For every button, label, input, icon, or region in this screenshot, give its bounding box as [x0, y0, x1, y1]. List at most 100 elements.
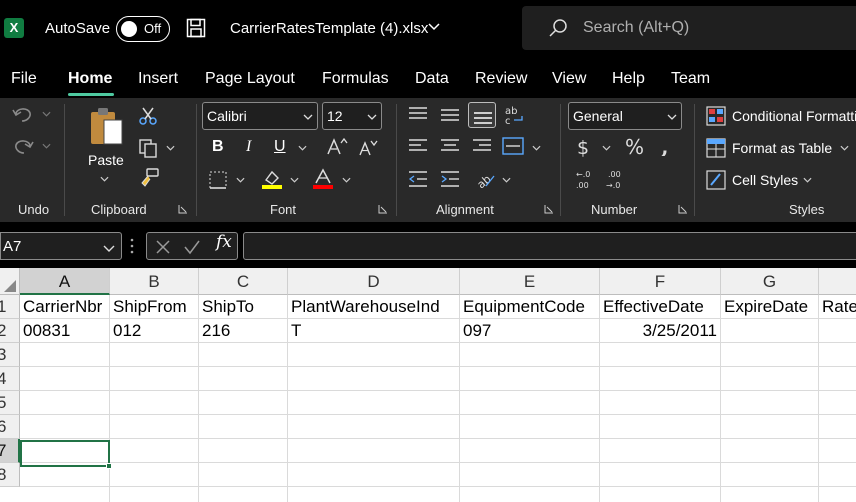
cell-g1[interactable]: ExpireDate — [721, 295, 818, 319]
tab-data[interactable]: Data — [415, 70, 449, 88]
font-name-dropdown[interactable]: Calibri — [202, 102, 318, 130]
spreadsheet-grid[interactable]: ABCDEFG 12345678 CarrierNbrShipFromShipToP… — [0, 268, 856, 502]
chevron-down-icon[interactable] — [298, 145, 307, 151]
conditional-formatting-icon[interactable] — [706, 106, 726, 126]
chevron-down-icon[interactable] — [42, 111, 51, 117]
dialog-launcher-icon[interactable] — [678, 204, 688, 214]
wrap-text-icon[interactable]: ab c — [504, 104, 526, 126]
column-header-c[interactable]: C — [199, 268, 288, 295]
paste-icon[interactable] — [88, 106, 126, 150]
chevron-down-icon[interactable] — [602, 145, 611, 151]
search-box[interactable]: Search (Alt+Q) — [522, 6, 856, 50]
decrease-decimal-icon[interactable]: .00 →.0 — [604, 168, 626, 190]
chevron-down-icon[interactable] — [236, 177, 245, 183]
tab-page-layout[interactable]: Page Layout — [205, 70, 295, 88]
tab-team[interactable]: Team — [671, 70, 710, 88]
fill-color-icon[interactable] — [260, 168, 284, 190]
orientation-icon[interactable]: ab — [474, 168, 496, 190]
copy-icon[interactable] — [138, 138, 158, 158]
row-header-7[interactable]: 7 — [0, 439, 20, 463]
align-top-icon[interactable] — [408, 106, 428, 122]
chevron-down-icon[interactable] — [166, 145, 175, 151]
tab-view[interactable]: View — [552, 70, 586, 88]
row-header-3[interactable]: 3 — [0, 343, 20, 367]
font-color-icon[interactable] — [312, 168, 334, 190]
comma-style-icon[interactable]: , — [660, 138, 672, 156]
cell-g2[interactable] — [721, 319, 818, 343]
dialog-launcher-icon[interactable] — [378, 204, 388, 214]
cell-b1[interactable]: ShipFrom — [110, 295, 198, 319]
name-box[interactable]: A7 — [0, 232, 122, 260]
increase-indent-icon[interactable] — [440, 170, 460, 188]
align-left-icon[interactable] — [408, 138, 428, 154]
excel-icon[interactable]: X — [4, 18, 24, 38]
tab-review[interactable]: Review — [475, 70, 527, 88]
chevron-down-icon[interactable] — [532, 145, 541, 151]
column-header-g[interactable]: G — [721, 268, 819, 295]
align-center-icon[interactable] — [440, 138, 460, 154]
file-name[interactable]: CarrierRatesTemplate (4).xlsx — [230, 20, 428, 37]
cell-f2[interactable]: 3/25/2011 — [600, 319, 720, 343]
select-all-corner[interactable] — [0, 268, 20, 295]
cell-b2[interactable]: 012 — [110, 319, 198, 343]
save-icon[interactable] — [186, 18, 206, 38]
row-header-5[interactable]: 5 — [0, 391, 20, 415]
increase-font-size-icon[interactable] — [326, 136, 348, 156]
row-header-1[interactable]: 1 — [0, 295, 20, 319]
merge-center-icon[interactable] — [502, 136, 524, 156]
tab-home[interactable]: Home — [68, 70, 112, 88]
row-header-2[interactable]: 2 — [0, 319, 20, 343]
conditional-formatting-button[interactable]: Conditional Formatting — [732, 108, 856, 124]
cell-styles-button[interactable]: Cell Styles — [732, 172, 798, 188]
chevron-down-icon[interactable] — [803, 177, 812, 183]
number-format-dropdown[interactable]: General — [568, 102, 682, 130]
borders-icon[interactable] — [208, 170, 228, 190]
increase-decimal-icon[interactable]: ←.0 .00 — [574, 168, 596, 190]
paste-label[interactable]: Paste — [88, 152, 124, 168]
row-header-6[interactable]: 6 — [0, 415, 20, 439]
tab-insert[interactable]: Insert — [138, 70, 178, 88]
format-as-table-button[interactable]: Format as Table — [732, 140, 832, 156]
chevron-down-icon[interactable] — [840, 145, 849, 151]
decrease-font-size-icon[interactable] — [358, 138, 378, 156]
chevron-down-icon[interactable] — [42, 143, 51, 149]
autosave-toggle[interactable]: Off — [116, 16, 170, 42]
chevron-down-icon[interactable] — [428, 20, 440, 32]
column-header-d[interactable]: D — [288, 268, 460, 295]
dialog-launcher-icon[interactable] — [544, 204, 554, 214]
formula-input[interactable] — [243, 232, 856, 260]
underline-icon[interactable]: U — [274, 138, 286, 156]
cell-e1[interactable]: EquipmentCode — [460, 295, 599, 319]
dialog-launcher-icon[interactable] — [178, 204, 188, 214]
column-header-e[interactable]: E — [460, 268, 600, 295]
bold-icon[interactable]: B — [212, 138, 224, 156]
cell-c2[interactable]: 216 — [199, 319, 287, 343]
cut-icon[interactable] — [138, 106, 158, 126]
cell-d1[interactable]: PlantWarehouseInd — [288, 295, 459, 319]
chevron-down-icon[interactable] — [100, 176, 109, 182]
font-size-dropdown[interactable]: 12 — [322, 102, 382, 130]
cell-a1[interactable]: CarrierNbr — [20, 295, 109, 319]
cancel-icon[interactable] — [155, 239, 171, 255]
insert-function-icon[interactable]: fx — [216, 232, 232, 252]
undo-icon[interactable] — [12, 104, 34, 124]
cell-h2[interactable] — [819, 319, 856, 343]
cell-styles-icon[interactable] — [706, 170, 726, 190]
currency-icon[interactable]: $ — [576, 136, 592, 158]
cell-d2[interactable]: T — [288, 319, 459, 343]
align-right-icon[interactable] — [472, 138, 492, 154]
align-middle-icon[interactable] — [440, 106, 460, 122]
tab-formulas[interactable]: Formulas — [322, 70, 389, 88]
align-bottom-button[interactable] — [468, 102, 496, 128]
cell-e2[interactable]: 097 — [460, 319, 599, 343]
column-header-f[interactable]: F — [600, 268, 721, 295]
row-header-4[interactable]: 4 — [0, 367, 20, 391]
format-painter-icon[interactable] — [138, 168, 160, 188]
enter-icon[interactable] — [183, 239, 201, 255]
cell-f1[interactable]: EffectiveDate — [600, 295, 720, 319]
decrease-indent-icon[interactable] — [408, 170, 428, 188]
row-header-8[interactable]: 8 — [0, 463, 20, 487]
column-header-b[interactable]: B — [110, 268, 199, 295]
active-cell-a7[interactable] — [20, 440, 110, 467]
chevron-down-icon[interactable] — [290, 177, 299, 183]
